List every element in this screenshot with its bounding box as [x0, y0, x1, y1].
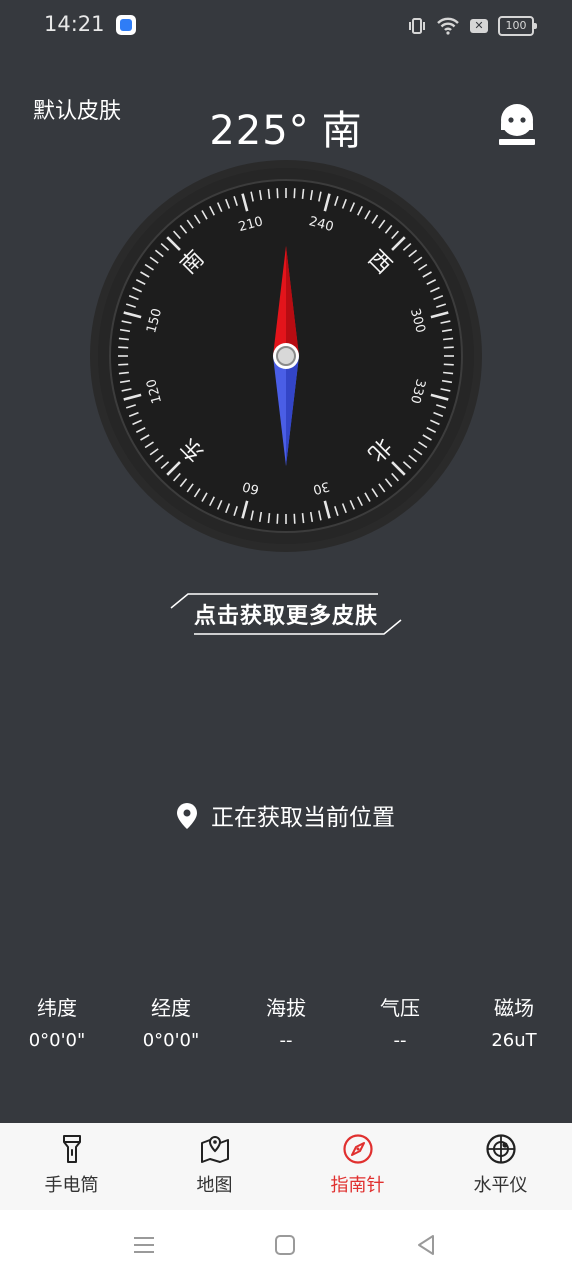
back-icon[interactable]: [413, 1232, 439, 1258]
more-skins-label: 点击获取更多皮肤: [193, 604, 378, 629]
stat-altitude: 海拔 --: [229, 993, 343, 1051]
stat-longitude: 经度 0°0'0": [114, 993, 228, 1051]
compass-tick: [443, 363, 454, 366]
heading-degrees: 225°: [209, 108, 310, 154]
compass-tick: [276, 188, 279, 199]
nav-tab-level[interactable]: 水平仪: [429, 1123, 572, 1210]
battery-icon: 100: [498, 16, 537, 36]
system-nav-bar: [0, 1210, 572, 1280]
stat-value: 0°0'0": [28, 1030, 86, 1051]
sim-disabled-icon: ✕: [470, 19, 488, 33]
compass-tick: [267, 513, 271, 524]
nav-tab-map[interactable]: 地图: [143, 1123, 286, 1210]
compass-tick: [443, 371, 454, 375]
compass-tick: [118, 337, 129, 341]
location-pin-icon: [177, 802, 197, 829]
wifi-icon: [437, 17, 459, 35]
heading-direction: 南: [321, 108, 363, 154]
compass-tick: [118, 346, 129, 349]
nav-label: 水平仪: [473, 1175, 528, 1196]
nav-label: 地图: [196, 1175, 233, 1196]
stat-latitude: 纬度 0°0'0": [0, 993, 114, 1051]
compass-tick: [443, 346, 454, 349]
compass-tick: [267, 188, 271, 199]
stat-value: --: [279, 1030, 293, 1051]
profile-icon[interactable]: [497, 100, 537, 148]
compass-dial[interactable]: 3060120150210 240300330 北东南西: [90, 160, 482, 552]
sensor-stats: 纬度 0°0'0" 经度 0°0'0" 海拔 -- 气压 -- 磁场 26uT: [0, 993, 572, 1073]
flashlight-icon: [62, 1135, 81, 1163]
home-icon[interactable]: [272, 1232, 298, 1258]
stat-label: 磁场: [494, 996, 534, 1020]
stat-label: 纬度: [37, 996, 77, 1020]
compass-icon: [342, 1134, 373, 1164]
app-notification-icon: [116, 15, 136, 35]
compass-tick: [293, 188, 296, 199]
status-bar: 14:21 ✕ 100: [0, 0, 572, 52]
level-icon: [485, 1134, 516, 1164]
map-icon: [200, 1135, 229, 1163]
compass-tick: [301, 513, 305, 524]
compass-tick: [118, 371, 129, 375]
compass-tick: [293, 513, 296, 524]
nav-label: 指南针: [330, 1175, 385, 1196]
nav-tab-compass[interactable]: 指南针: [286, 1123, 429, 1210]
compass-tick: [301, 188, 305, 199]
stat-label: 海拔: [266, 996, 306, 1020]
compass-tick: [443, 337, 454, 341]
stat-label: 经度: [151, 996, 191, 1020]
bottom-nav: 手电筒 地图 指南针 水平仪: [0, 1123, 572, 1210]
stat-pressure: 气压 --: [343, 993, 457, 1051]
location-status: 正在获取当前位置: [0, 798, 572, 832]
more-skins-button[interactable]: 点击获取更多皮肤: [166, 586, 406, 642]
status-icons: ✕ 100: [408, 14, 537, 38]
compass-tick: [118, 363, 129, 366]
compass-tick: [276, 513, 279, 524]
nav-label: 手电筒: [44, 1175, 99, 1196]
nav-tab-flashlight[interactable]: 手电筒: [0, 1123, 143, 1210]
status-time: 14:21: [44, 12, 105, 36]
menu-icon[interactable]: [131, 1232, 157, 1258]
stat-value: 26uT: [491, 1030, 537, 1051]
location-text: 正在获取当前位置: [211, 805, 395, 831]
heading-readout: 225° 南: [0, 98, 572, 156]
stat-value: 0°0'0": [142, 1030, 200, 1051]
stat-magnetic-field: 磁场 26uT: [457, 993, 571, 1051]
stat-label: 气压: [380, 996, 420, 1020]
stat-value: --: [393, 1030, 407, 1051]
vibrate-icon: [409, 18, 425, 34]
